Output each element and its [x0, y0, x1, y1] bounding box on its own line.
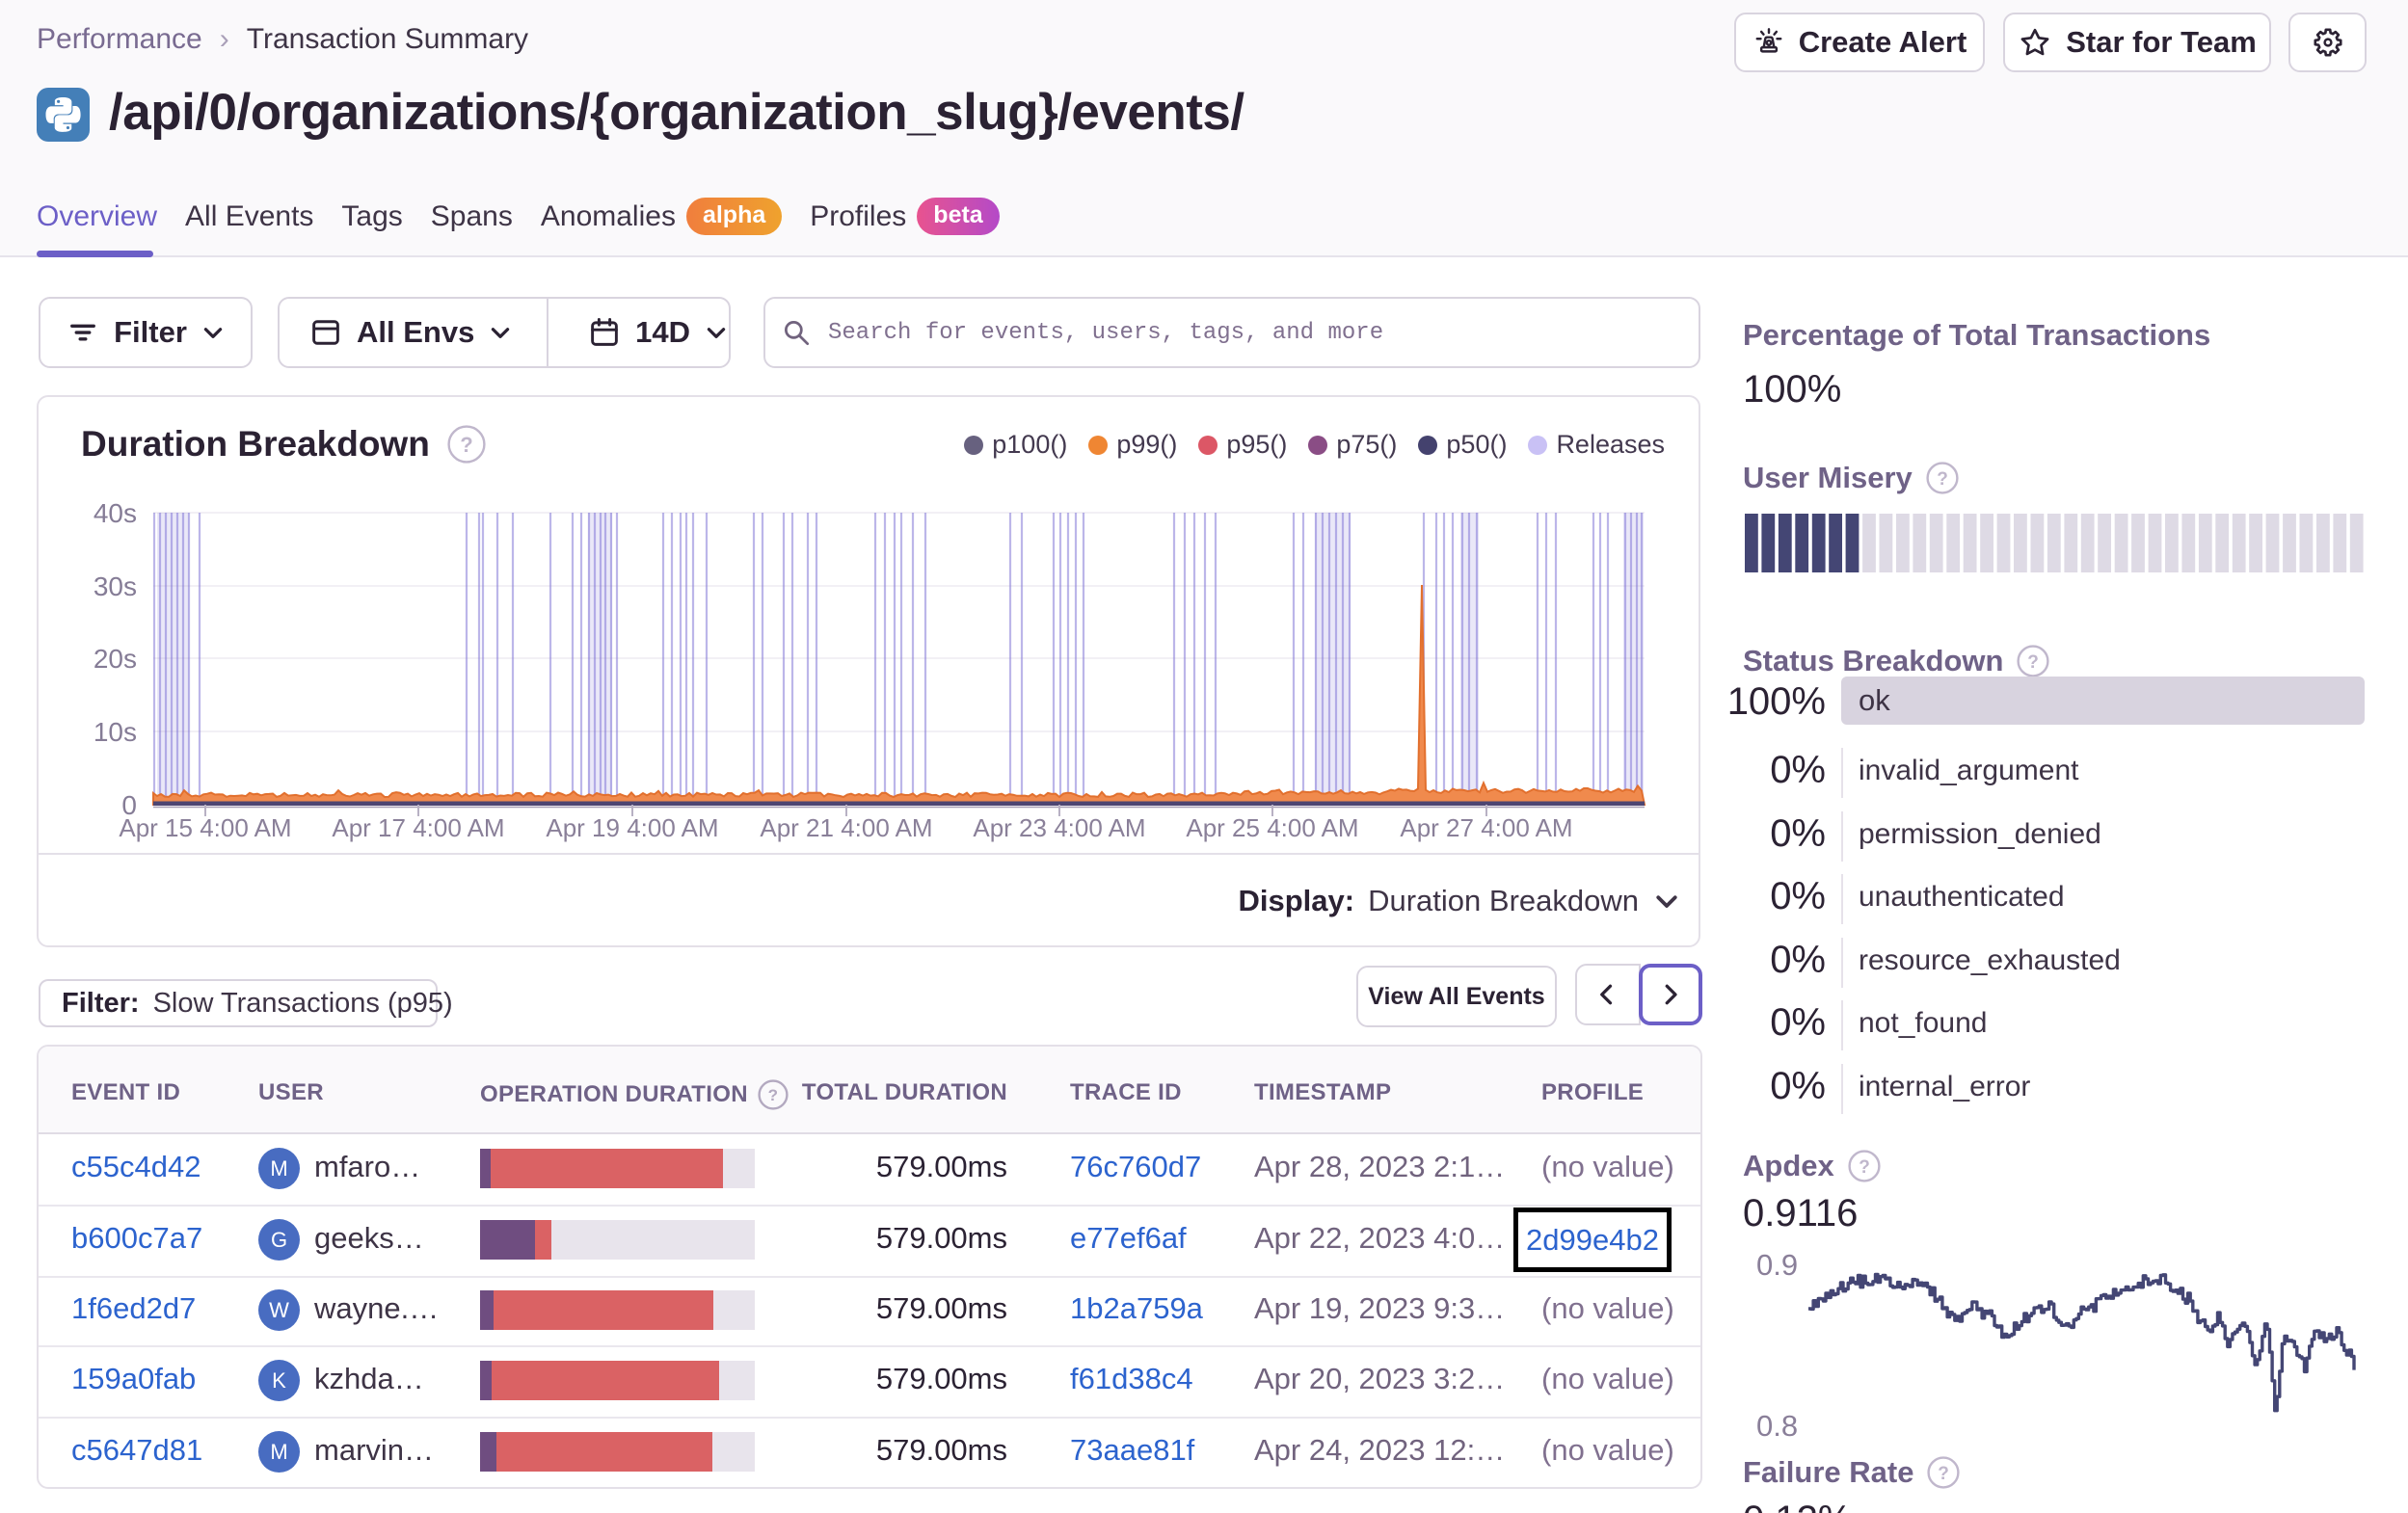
svg-text:20s: 20s — [94, 644, 137, 674]
svg-text:40s: 40s — [94, 498, 137, 528]
svg-text:?: ? — [2028, 652, 2040, 673]
svg-text:Apr 25 4:00 AM: Apr 25 4:00 AM — [1186, 813, 1358, 842]
svg-text:Apr 15 4:00 AM: Apr 15 4:00 AM — [119, 813, 291, 842]
svg-text:Apr 23 4:00 AM: Apr 23 4:00 AM — [973, 813, 1145, 842]
svg-text:?: ? — [1937, 469, 1948, 490]
svg-text:Apr 19 4:00 AM: Apr 19 4:00 AM — [546, 813, 718, 842]
svg-text:10s: 10s — [94, 717, 137, 747]
svg-text:30s: 30s — [94, 571, 137, 601]
svg-text:?: ? — [1939, 1464, 1950, 1484]
svg-text:?: ? — [1859, 1157, 1870, 1178]
svg-text:Apr 21 4:00 AM: Apr 21 4:00 AM — [760, 813, 932, 842]
svg-text:?: ? — [768, 1086, 779, 1104]
svg-text:Apr 27 4:00 AM: Apr 27 4:00 AM — [1400, 813, 1572, 842]
svg-text:Apr 17 4:00 AM: Apr 17 4:00 AM — [332, 813, 504, 842]
